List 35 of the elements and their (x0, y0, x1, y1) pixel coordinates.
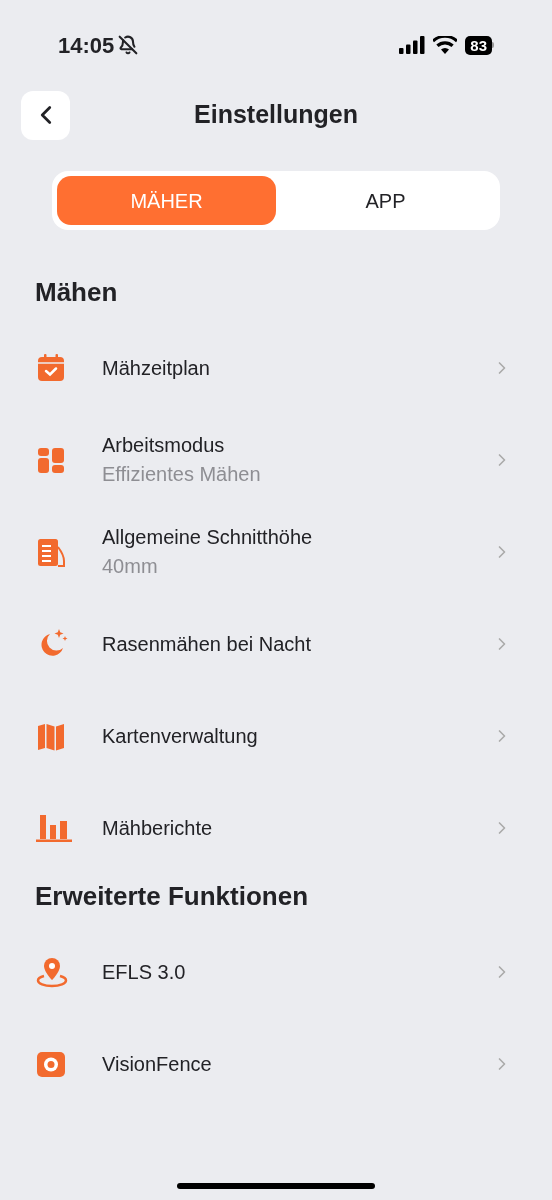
battery-icon: 83 (465, 35, 494, 55)
clock-time: 14:05 (58, 31, 115, 60)
map-icon (36, 721, 66, 751)
settings-row[interactable]: Mähzeitplan (0, 322, 552, 414)
row-label: EFLS 3.0 (102, 960, 187, 985)
row-label: Mähberichte (102, 816, 214, 841)
settings-row[interactable]: Kartenverwaltung (0, 690, 552, 782)
row-label: Mähzeitplan (102, 356, 211, 381)
section-heading: Erweiterte Funktionen (34, 880, 310, 913)
settings-row[interactable]: Allgemeine Schnitthöhe 40mm (0, 506, 552, 598)
bar-chart-icon (36, 813, 72, 843)
settings-row[interactable]: EFLS 3.0 (0, 926, 552, 1018)
row-label: VisionFence (102, 1052, 213, 1077)
back-button[interactable] (21, 90, 70, 140)
page-title: Einstellungen (194, 99, 358, 131)
wifi-icon (433, 36, 458, 54)
row-label: Kartenverwaltung (102, 724, 259, 749)
calendar-check-icon (36, 353, 66, 383)
row-label: Rasenmähen bei Nacht (102, 632, 312, 657)
dashboard-icon (36, 445, 66, 475)
row-label: Arbeitsmodus (102, 433, 226, 458)
section-heading: Mähen (34, 276, 119, 309)
bell-off-icon (118, 35, 139, 55)
row-label: Allgemeine Schnitthöhe (102, 525, 314, 550)
settings-row[interactable]: Rasenmähen bei Nacht (0, 598, 552, 690)
settings-row[interactable]: Arbeitsmodus Effizientes Mähen (0, 414, 552, 506)
settings-row[interactable]: VisionFence (0, 1018, 552, 1110)
camera-lens-icon (36, 1049, 66, 1079)
settings-row[interactable]: Mähberichte (0, 782, 552, 874)
row-value: 40mm (102, 554, 159, 579)
document-icon (36, 537, 66, 567)
location-pin-icon (36, 956, 68, 988)
row-value: Effizientes Mähen (102, 462, 262, 487)
signal-icon (399, 36, 426, 54)
tab[interactable]: APP (276, 176, 495, 225)
